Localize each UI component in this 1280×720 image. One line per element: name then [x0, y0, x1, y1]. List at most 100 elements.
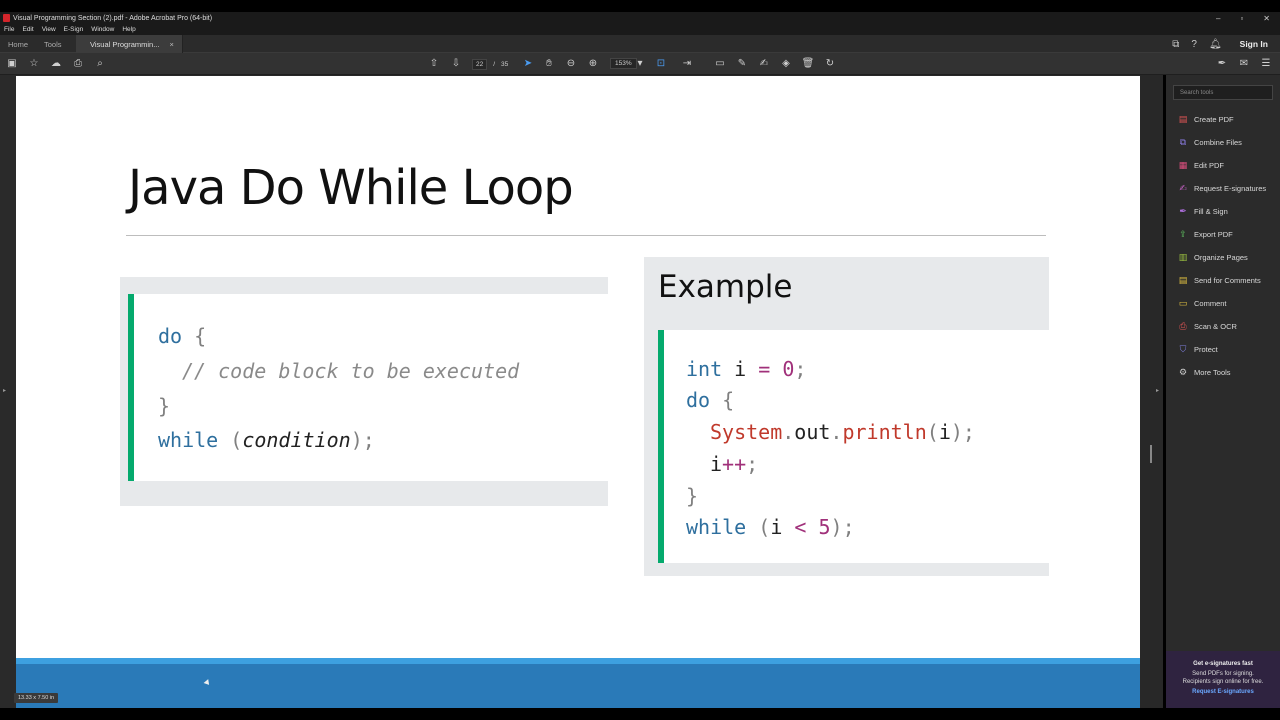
code-token: {: [194, 324, 207, 348]
tab-document[interactable]: Visual Programmin... ×: [76, 35, 183, 53]
menu-esign[interactable]: E-Sign: [64, 26, 84, 33]
slide-footer-band: [16, 658, 1140, 708]
expand-left-panel-icon[interactable]: ▸: [3, 387, 6, 394]
rotate-icon[interactable]: ↻: [824, 58, 836, 70]
code-token: i: [938, 420, 951, 444]
code-token: );: [830, 515, 855, 539]
comment-bubble-icon: ▭: [1178, 297, 1188, 308]
tool-label: Create PDF: [1194, 114, 1234, 124]
restore-button[interactable]: ▫: [1240, 14, 1243, 23]
code-token: do: [158, 324, 183, 348]
document-viewport[interactable]: ▸ Java Do While Loop do { // code block …: [0, 75, 1163, 708]
sign-in-button[interactable]: Sign In: [1240, 39, 1268, 49]
code-token: <: [794, 515, 807, 539]
tool-label: Fill & Sign: [1194, 206, 1228, 216]
create-pdf-icon: ▤: [1178, 113, 1188, 124]
cloud-upload-icon[interactable]: ☁: [50, 58, 62, 70]
share-screen-icon[interactable]: ⧉: [1172, 39, 1179, 50]
page-fit-icon[interactable]: ⊡: [655, 58, 667, 70]
close-tab-icon[interactable]: ×: [169, 40, 173, 49]
syntax-code-block: do { // code block to be executed } whil…: [128, 294, 608, 481]
tool-request-esignatures[interactable]: ✍︎ Request E-signatures: [1178, 181, 1266, 195]
tab-tools[interactable]: Tools: [44, 35, 62, 53]
tool-more-tools[interactable]: ⚙ More Tools: [1178, 365, 1231, 379]
syntax-code-box: do { // code block to be executed } whil…: [120, 277, 608, 506]
code-token: .: [782, 420, 795, 444]
code-token: ;: [746, 452, 759, 476]
help-icon[interactable]: ?: [1191, 39, 1197, 50]
stamp-icon[interactable]: ◈: [780, 58, 792, 70]
chevron-down-icon[interactable]: ▾: [634, 58, 646, 70]
code-token: ++: [722, 452, 747, 476]
minimize-button[interactable]: –: [1216, 14, 1220, 23]
tool-comment[interactable]: ▭ Comment: [1178, 296, 1227, 310]
zoom-out-icon[interactable]: ⊖: [565, 58, 577, 70]
code-token: );: [950, 420, 975, 444]
sign-icon[interactable]: ✍︎: [758, 58, 770, 70]
current-page-input[interactable]: 22: [472, 58, 488, 70]
highlight-pen-icon[interactable]: ✎: [736, 58, 748, 70]
code-token: i: [734, 357, 747, 381]
tool-send-for-comments[interactable]: ▤ Send for Comments: [1178, 273, 1261, 287]
code-token: .: [830, 420, 843, 444]
close-window-button[interactable]: ✕: [1263, 14, 1270, 23]
comment-icon[interactable]: ▭: [714, 58, 726, 70]
tool-scan-ocr[interactable]: ⎙ Scan & OCR: [1178, 319, 1237, 333]
code-token: int: [686, 357, 723, 381]
tool-label: Export PDF: [1194, 229, 1233, 239]
fill-sign-icon[interactable]: ✒: [1216, 58, 1228, 70]
previous-page-icon[interactable]: ⇧: [428, 58, 440, 70]
bell-icon[interactable]: 🔔︎: [1209, 39, 1222, 50]
tool-edit-pdf[interactable]: ▦ Edit PDF: [1178, 158, 1224, 172]
zoom-in-icon[interactable]: ⊕: [587, 58, 599, 70]
scroll-mode-icon[interactable]: ⇥: [681, 58, 693, 70]
tool-protect[interactable]: ⛉ Protect: [1178, 342, 1218, 356]
zoom-level-dropdown[interactable]: 153%: [610, 58, 637, 69]
tool-label: Send for Comments: [1194, 275, 1261, 285]
menu-view[interactable]: View: [42, 26, 56, 33]
menu-file[interactable]: File: [4, 26, 14, 33]
tool-create-pdf[interactable]: ▤ Create PDF: [1178, 112, 1234, 126]
tool-label: Edit PDF: [1194, 160, 1225, 170]
select-cursor-icon[interactable]: ➤: [522, 58, 534, 70]
left-panel-strip[interactable]: ▸: [0, 75, 16, 708]
tool-fill-sign[interactable]: ✒ Fill & Sign: [1178, 204, 1228, 218]
print-icon[interactable]: ⎙: [72, 58, 84, 70]
title-divider: [126, 235, 1046, 236]
promo-title: Get e-signatures fast: [1193, 661, 1253, 667]
tab-home[interactable]: Home: [8, 35, 28, 53]
tool-export-pdf[interactable]: ⇪ Export PDF: [1178, 227, 1233, 241]
menu-window[interactable]: Window: [91, 26, 114, 33]
next-page-icon[interactable]: ⇩: [450, 58, 462, 70]
tool-combine-files[interactable]: ⧉ Combine Files: [1178, 135, 1242, 149]
code-token: }: [158, 394, 171, 418]
acrobat-logo-icon: [3, 14, 10, 22]
example-code-block: int i = 0; do { System.out.println(i); i…: [658, 330, 1049, 563]
search-tools-input[interactable]: Search tools: [1173, 85, 1273, 100]
tool-label: Comment: [1194, 298, 1227, 308]
promo-line-1: Send PDFs for signing.: [1192, 671, 1254, 678]
combine-files-icon: ⧉: [1179, 136, 1187, 147]
code-comment: // code block to be executed: [182, 359, 520, 383]
email-icon[interactable]: ✉: [1238, 58, 1250, 70]
organize-pages-icon: ▥: [1178, 251, 1188, 262]
menu-edit[interactable]: Edit: [22, 26, 33, 33]
delete-icon[interactable]: 🗑︎: [802, 58, 815, 70]
tab-document-label: Visual Programmin...: [90, 39, 160, 49]
search-icon[interactable]: ⌕: [94, 58, 106, 70]
code-token: =: [758, 357, 771, 381]
bookmark-star-icon[interactable]: ☆: [28, 58, 40, 70]
collapse-right-pane-icon[interactable]: ▸: [1156, 387, 1159, 394]
page-navigator: 22 / 35: [472, 58, 508, 70]
hand-tool-icon[interactable]: ✋︎: [543, 58, 555, 70]
save-icon[interactable]: ▣: [6, 58, 18, 70]
tab-home-label: Home: [8, 39, 29, 49]
total-pages: 35: [501, 60, 509, 68]
tool-label: Protect: [1194, 344, 1218, 354]
more-options-icon[interactable]: ☰: [1260, 58, 1272, 70]
vertical-scroll-handle[interactable]: [1150, 445, 1152, 463]
request-esignatures-link[interactable]: Request E-signatures: [1166, 688, 1280, 696]
menu-help[interactable]: Help: [122, 26, 135, 33]
tool-organize-pages[interactable]: ▥ Organize Pages: [1178, 250, 1248, 264]
scan-ocr-icon: ⎙: [1179, 320, 1187, 331]
